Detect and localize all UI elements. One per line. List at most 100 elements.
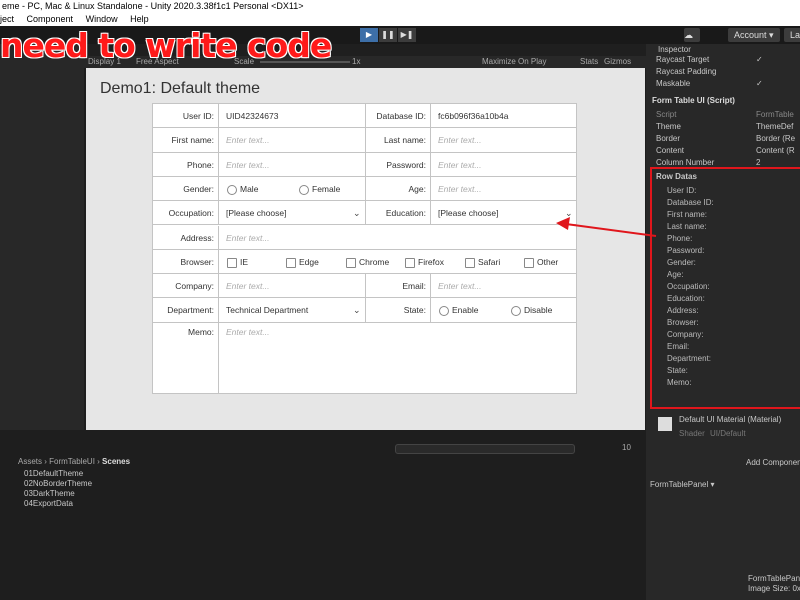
step-button[interactable]: ▶❚ xyxy=(398,28,416,42)
preview-title[interactable]: FormTablePanel ▾ xyxy=(650,480,715,489)
inspector-panel: Inspector Raycast Target ✓ Raycast Paddi… xyxy=(646,44,800,600)
list-item[interactable]: First name: xyxy=(667,210,707,219)
menu-window[interactable]: Window xyxy=(86,14,118,24)
occupation-dropdown[interactable]: [Please choose] xyxy=(220,201,365,225)
layers-button[interactable]: Lay xyxy=(784,28,800,42)
browser-other-label: Other xyxy=(537,256,559,267)
demo-title: Demo1: Default theme xyxy=(100,80,261,97)
list-item[interactable]: Age: xyxy=(667,270,683,279)
first-name-field[interactable]: Enter text... xyxy=(220,128,365,152)
address-field[interactable]: Enter text... xyxy=(220,226,577,250)
list-item[interactable]: Database ID: xyxy=(667,198,714,207)
list-item[interactable]: Password: xyxy=(667,246,704,255)
maskable-checkbox[interactable]: ✓ xyxy=(756,79,800,88)
company-field[interactable]: Enter text... xyxy=(220,274,365,298)
list-item[interactable]: Company: xyxy=(667,330,703,339)
list-item[interactable]: Education: xyxy=(667,294,705,303)
shader-value[interactable]: UI/Default xyxy=(710,429,800,438)
list-item[interactable]: Phone: xyxy=(667,234,692,243)
phone-label: Phone: xyxy=(153,152,219,177)
phone-field[interactable]: Enter text... xyxy=(220,153,365,177)
state-disable-radio[interactable]: Disable xyxy=(511,298,552,322)
age-field[interactable]: Enter text... xyxy=(432,177,577,201)
list-item[interactable]: Gender: xyxy=(667,258,696,267)
browser-firefox-checkbox[interactable]: Firefox xyxy=(405,250,444,274)
gizmos-toggle[interactable]: Gizmos xyxy=(604,56,631,68)
last-name-field[interactable]: Enter text... xyxy=(432,128,577,152)
chevron-down-icon[interactable]: ⌄ xyxy=(353,298,361,322)
occupation-label: Occupation: xyxy=(153,201,219,226)
gender-male-radio[interactable]: Male xyxy=(227,177,258,201)
browser-chrome-checkbox[interactable]: Chrome xyxy=(346,250,389,274)
form-table: User ID: UID42324673 Database ID: fc6b09… xyxy=(152,103,577,394)
table-row: Occupation: [Please choose] ⌄ Education:… xyxy=(153,201,577,226)
list-item[interactable]: Email: xyxy=(667,342,689,351)
browser-safari-checkbox[interactable]: Safari xyxy=(465,250,500,274)
database-id-field[interactable]: fc6b096f36a10b4a xyxy=(432,104,577,128)
image-size: Image Size: 0x xyxy=(748,584,800,593)
user-id-field[interactable]: UID42324673 xyxy=(220,104,365,128)
browser-chrome-label: Chrome xyxy=(359,256,390,267)
memo-field[interactable]: Enter text... xyxy=(220,323,577,347)
list-item[interactable]: 01DefaultTheme xyxy=(24,469,83,478)
menu-bar: ject Component Window Help xyxy=(0,13,800,26)
hierarchy-panel[interactable] xyxy=(0,44,84,430)
account-button[interactable]: Account ▾ xyxy=(728,28,780,42)
gender-female-label: Female xyxy=(312,183,341,194)
department-dropdown[interactable]: Technical Department xyxy=(220,298,365,322)
browser-ie-checkbox[interactable]: IE xyxy=(227,250,248,274)
password-field[interactable]: Enter text... xyxy=(432,153,577,177)
list-item[interactable]: 02NoBorderTheme xyxy=(24,479,92,488)
cloud-icon[interactable]: ☁ xyxy=(684,28,700,42)
list-item[interactable]: Occupation: xyxy=(667,282,710,291)
play-button[interactable]: ▶ xyxy=(360,28,378,42)
field-value[interactable]: Content (R xyxy=(756,146,800,155)
breadcrumb-item[interactable]: Scenes xyxy=(102,457,130,466)
search-input[interactable] xyxy=(395,444,575,454)
state-enable-label: Enable xyxy=(452,305,479,316)
row-datas-title[interactable]: Row Datas xyxy=(656,172,697,181)
chevron-down-icon[interactable]: ⌄ xyxy=(353,201,361,225)
list-item[interactable]: Browser: xyxy=(667,318,699,327)
field-label: Script xyxy=(656,110,677,119)
shader-label: Shader xyxy=(679,429,705,438)
raycast-target-label: Raycast Target xyxy=(656,55,710,64)
field-value[interactable]: 2 xyxy=(756,158,800,167)
raycast-target-checkbox[interactable]: ✓ xyxy=(756,55,800,64)
gender-male-label: Male xyxy=(240,183,259,194)
list-item[interactable]: Memo: xyxy=(667,378,691,387)
memo-label: Memo: xyxy=(153,322,219,394)
list-item[interactable]: Last name: xyxy=(667,222,707,231)
address-label: Address: xyxy=(153,225,219,250)
table-row: User ID: UID42324673 Database ID: fc6b09… xyxy=(153,104,577,129)
list-item[interactable]: User ID: xyxy=(667,186,696,195)
menu-component[interactable]: Component xyxy=(27,14,74,24)
component-title[interactable]: Form Table UI (Script) xyxy=(652,96,735,105)
gender-female-radio[interactable]: Female xyxy=(299,177,340,201)
list-item[interactable]: 04ExportData xyxy=(24,499,73,508)
material-title[interactable]: Default UI Material (Material) xyxy=(679,415,781,424)
state-enable-radio[interactable]: Enable xyxy=(439,298,478,322)
preview-name: FormTablePan xyxy=(748,574,800,583)
field-label: Content xyxy=(656,146,685,155)
stats-toggle[interactable]: Stats xyxy=(580,56,598,68)
list-item[interactable]: 03DarkTheme xyxy=(24,489,75,498)
field-value[interactable]: ThemeDef xyxy=(756,122,800,131)
inspector-tab[interactable]: Inspector xyxy=(658,45,691,54)
pause-button[interactable]: ❚❚ xyxy=(379,28,397,42)
breadcrumb-item[interactable]: FormTableUI xyxy=(49,457,95,466)
field-value[interactable]: Border (Re xyxy=(756,134,800,143)
browser-edge-checkbox[interactable]: Edge xyxy=(286,250,319,274)
list-item[interactable]: State: xyxy=(667,366,688,375)
table-row: Phone: Enter text... Password: Enter tex… xyxy=(153,152,577,177)
table-row: Browser: IE Edge Chrome Firefox Safari O… xyxy=(153,249,577,275)
menu-project[interactable]: ject xyxy=(0,14,14,24)
browser-other-checkbox[interactable]: Other xyxy=(524,250,558,274)
list-item[interactable]: Department: xyxy=(667,354,711,363)
menu-help[interactable]: Help xyxy=(130,14,149,24)
email-field[interactable]: Enter text... xyxy=(432,274,577,298)
maximize-toggle[interactable]: Maximize On Play xyxy=(482,56,546,68)
list-item[interactable]: Address: xyxy=(667,306,699,315)
add-component-button[interactable]: Add Component xyxy=(746,458,800,467)
breadcrumb-item[interactable]: Assets xyxy=(18,457,42,466)
